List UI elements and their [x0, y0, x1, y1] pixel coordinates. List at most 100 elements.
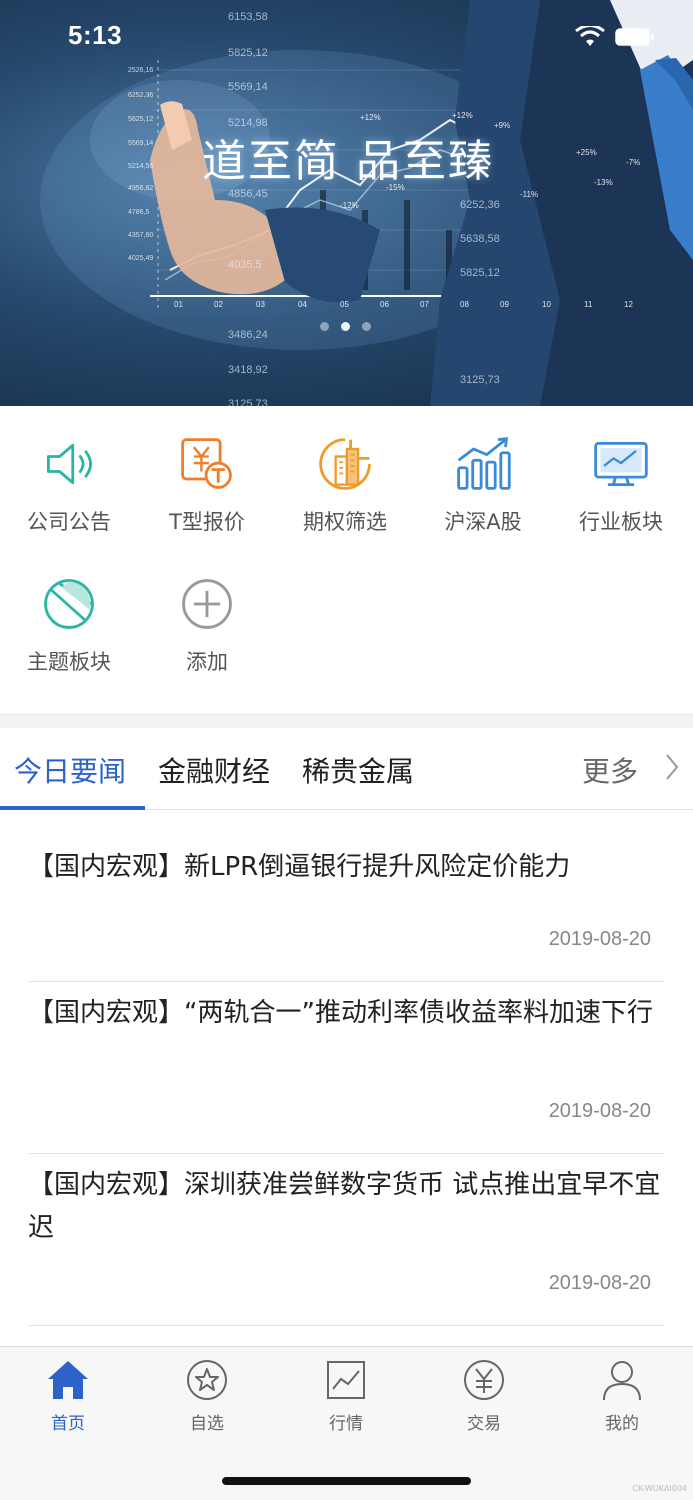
svg-text:09: 09 [500, 300, 509, 309]
shortcut-label: 行业板块 [579, 510, 663, 534]
shortcut-label: 添加 [186, 650, 228, 674]
building-chart-icon [319, 438, 371, 490]
nav-watchlist[interactable]: 自选 [157, 1357, 257, 1434]
speaker-icon [46, 443, 92, 485]
status-bar-icons [575, 26, 655, 48]
svg-text:5569,14: 5569,14 [128, 140, 153, 147]
carousel-dot[interactable] [362, 322, 371, 331]
svg-text:08: 08 [460, 300, 469, 309]
svg-text:+25%: +25% [576, 148, 597, 157]
yen-circle-icon [464, 1360, 504, 1400]
banner-background-graphic: 2526,16 6252,36 5825,12 5569,14 5214,56 … [40, 0, 693, 406]
shortcut-theme-sector[interactable]: 主题板块 [0, 546, 138, 676]
nav-label: 交易 [467, 1414, 501, 1434]
svg-text:5214,56: 5214,56 [128, 163, 153, 170]
yen-t-icon [181, 438, 232, 489]
svg-text:4025,49: 4025,49 [128, 255, 153, 262]
svg-text:-13%: -13% [594, 178, 613, 187]
nav-market[interactable]: 行情 [296, 1357, 396, 1434]
news-title[interactable]: 【国内宏观】“两轨合一”推动利率债收益率料加速下行 [28, 992, 663, 1035]
nav-home[interactable]: 首页 [18, 1357, 118, 1434]
more-tabs-button[interactable]: 更多 [582, 750, 638, 790]
chart-square-icon [327, 1361, 365, 1399]
bar-trend-icon [457, 437, 511, 490]
shortcut-label: 期权筛选 [303, 510, 387, 534]
svg-text:4786,5: 4786,5 [128, 209, 150, 216]
shortcut-grid: 公司公告 T型报价 期权筛选 沪深A股 行业板块 主题板块 添加 [0, 406, 693, 714]
svg-text:6153,58: 6153,58 [228, 11, 268, 23]
svg-text:4035,5: 4035,5 [228, 259, 262, 271]
news-date: 2019-08-20 [548, 1272, 651, 1294]
svg-text:05: 05 [340, 300, 349, 309]
svg-text:4956,82: 4956,82 [128, 185, 153, 192]
shortcut-t-quote[interactable]: T型报价 [138, 406, 276, 536]
svg-text:3486,24: 3486,24 [228, 329, 268, 341]
carousel-indicator[interactable] [320, 322, 371, 331]
svg-text:5825,12: 5825,12 [128, 116, 153, 123]
svg-text:5638,58: 5638,58 [460, 233, 500, 245]
shortcut-label: 主题板块 [27, 650, 111, 674]
svg-text:5569,14: 5569,14 [228, 81, 268, 93]
svg-text:06: 06 [380, 300, 389, 309]
svg-text:01: 01 [174, 300, 183, 309]
svg-text:6252,36: 6252,36 [128, 92, 153, 99]
status-bar-time: 5:13 [68, 20, 123, 50]
svg-text:+12%: +12% [360, 113, 381, 122]
monitor-chart-icon [594, 441, 648, 487]
svg-text:+12%: +12% [452, 111, 473, 120]
tab-finance[interactable]: 金融财经 [158, 750, 270, 790]
shortcut-add[interactable]: 添加 [138, 546, 276, 676]
star-circle-icon [187, 1360, 227, 1400]
news-item[interactable]: 【国内宏观】新LPR倒逼银行提升风险定价能力 2019-08-20 [28, 810, 665, 982]
svg-text:6252,36: 6252,36 [460, 199, 500, 211]
shortcut-option-screener[interactable]: 期权筛选 [276, 406, 414, 536]
svg-text:+9%: +9% [494, 121, 510, 130]
news-tab-bar: 今日要闻 金融财经 稀贵金属 更多 [0, 728, 693, 810]
chevron-right-icon[interactable] [664, 752, 680, 782]
nav-label: 首页 [51, 1414, 85, 1434]
nav-label: 行情 [329, 1414, 363, 1434]
svg-text:4357,60: 4357,60 [128, 232, 153, 239]
svg-text:03: 03 [256, 300, 265, 309]
nav-label: 自选 [190, 1414, 224, 1434]
section-separator [0, 714, 693, 728]
nav-trade[interactable]: 交易 [434, 1357, 534, 1434]
svg-text:12: 12 [624, 300, 633, 309]
news-item[interactable]: 【国内宏观】“两轨合一”推动利率债收益率料加速下行 2019-08-20 [28, 982, 665, 1154]
battery-icon [615, 28, 654, 46]
tab-precious-metals[interactable]: 稀贵金属 [302, 750, 414, 790]
add-circle-icon [182, 579, 232, 629]
banner-slogan: 道至简 品至臻 [202, 136, 494, 187]
svg-text:-11%: -11% [520, 190, 538, 199]
shortcut-a-shares[interactable]: 沪深A股 [414, 406, 552, 536]
svg-text:5825,12: 5825,12 [460, 267, 500, 279]
shortcut-label: T型报价 [169, 510, 245, 534]
news-title[interactable]: 【国内宏观】深圳获准尝鲜数字货币 试点推出宜早不宜迟 [28, 1164, 663, 1250]
nav-profile[interactable]: 我的 [572, 1357, 672, 1434]
svg-text:-12%: -12% [340, 201, 359, 210]
svg-text:02: 02 [214, 300, 223, 309]
home-indicator[interactable] [222, 1477, 471, 1485]
svg-text:04: 04 [298, 300, 307, 309]
svg-text:2526,16: 2526,16 [128, 67, 153, 74]
svg-text:07: 07 [420, 300, 429, 309]
carousel-dot[interactable] [320, 322, 329, 331]
news-list: 【国内宏观】新LPR倒逼银行提升风险定价能力 2019-08-20 【国内宏观】… [0, 810, 693, 1326]
svg-text:11: 11 [584, 300, 593, 309]
banner-y-axis-values: 2526,16 6252,36 5825,12 5569,14 5214,56 … [128, 67, 153, 262]
hero-banner[interactable]: 2526,16 6252,36 5825,12 5569,14 5214,56 … [0, 0, 693, 406]
shortcut-label: 沪深A股 [444, 510, 522, 534]
news-item[interactable]: 【国内宏观】深圳获准尝鲜数字货币 试点推出宜早不宜迟 2019-08-20 [28, 1154, 665, 1326]
shortcut-industry-sector[interactable]: 行业板块 [552, 406, 690, 536]
watermark: CK-WUKAI004 [632, 1484, 687, 1493]
nav-label: 我的 [605, 1414, 639, 1434]
shortcut-company-announcement[interactable]: 公司公告 [0, 406, 138, 536]
wifi-icon [575, 26, 605, 46]
svg-text:5825,12: 5825,12 [228, 47, 268, 59]
svg-text:3125,73: 3125,73 [228, 398, 268, 406]
svg-text:-7%: -7% [626, 158, 640, 167]
news-date: 2019-08-20 [548, 1100, 651, 1122]
carousel-dot-active[interactable] [341, 322, 350, 331]
news-title[interactable]: 【国内宏观】新LPR倒逼银行提升风险定价能力 [28, 846, 663, 889]
tab-today-news[interactable]: 今日要闻 [14, 750, 126, 790]
